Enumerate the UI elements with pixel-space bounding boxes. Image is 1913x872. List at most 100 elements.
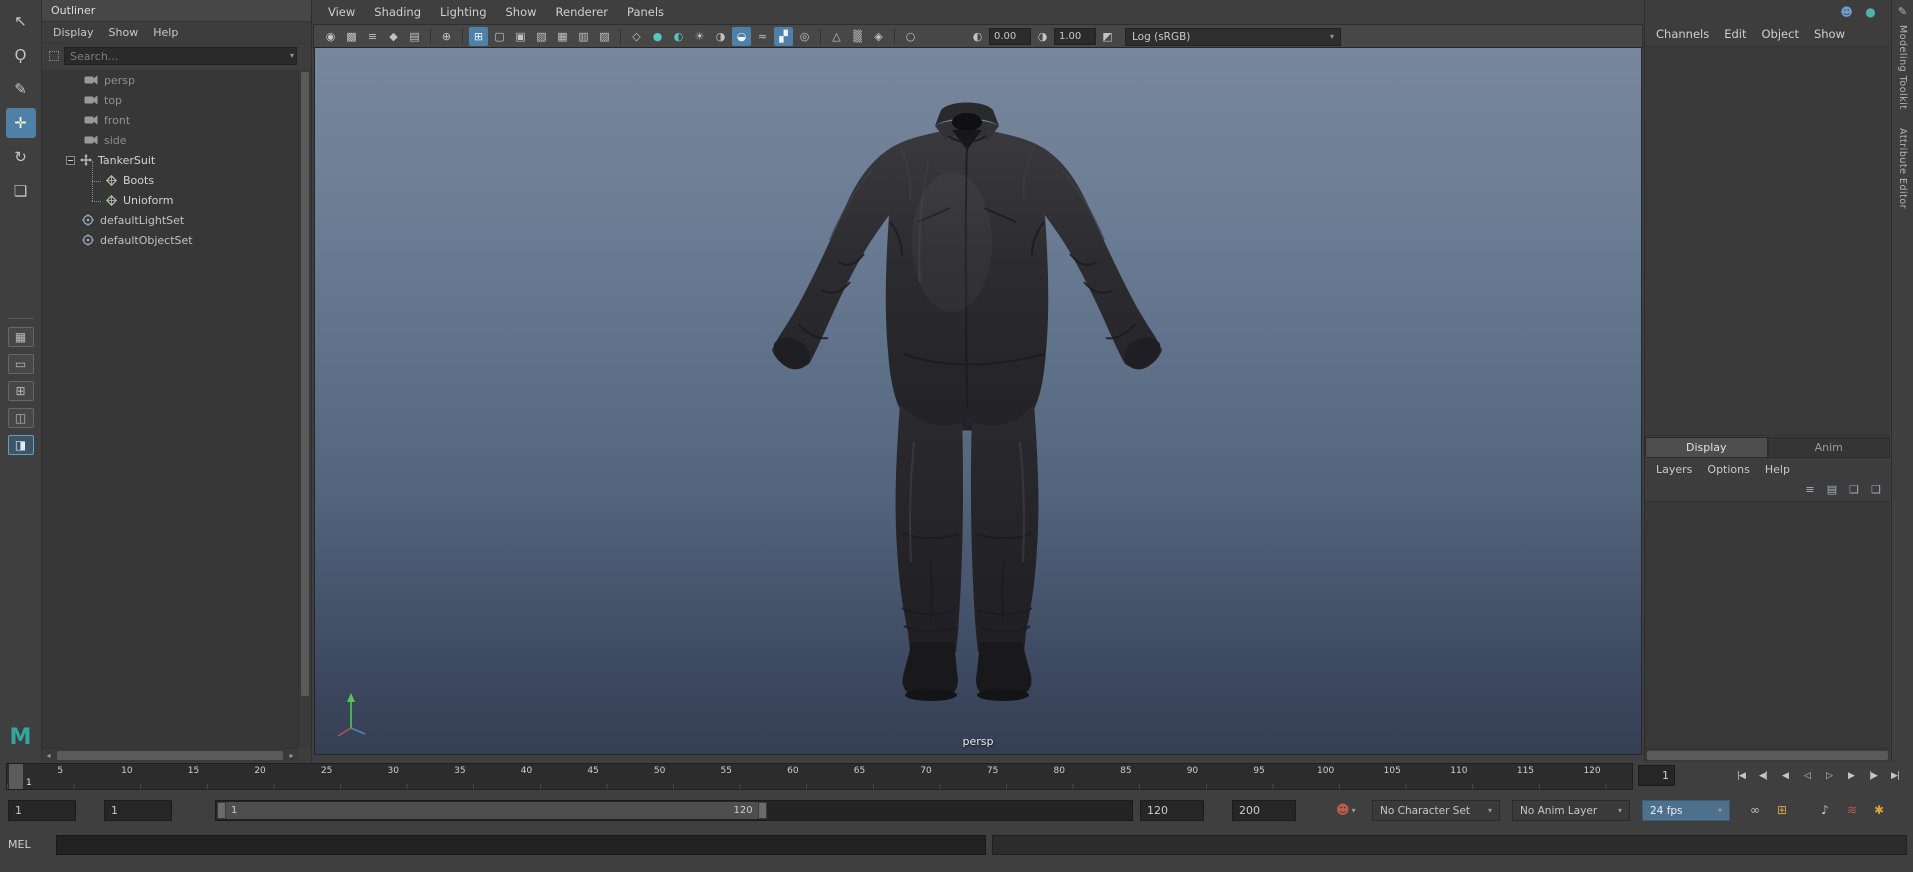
viewport-menu-item[interactable]: Panels — [627, 5, 664, 19]
outliner-item-unioform[interactable]: Unioform — [42, 190, 298, 210]
bookmarks-icon[interactable]: ◆ — [384, 27, 403, 46]
viewport-menu-item[interactable]: Lighting — [440, 5, 486, 19]
outliner-item-persp[interactable]: persp — [42, 70, 298, 90]
resolution-gate-icon[interactable]: ▣ — [511, 27, 530, 46]
channel-box-menu-item[interactable]: Edit — [1724, 27, 1746, 41]
scrollbar-thumb[interactable] — [1647, 751, 1888, 760]
exposure-icon[interactable]: ◐ — [968, 27, 987, 46]
scroll-left-icon[interactable]: ◂ — [42, 751, 55, 760]
scale-tool-button[interactable]: ❏ — [6, 176, 36, 206]
sort-layers-icon[interactable]: ▤ — [1823, 480, 1841, 498]
scrollbar-thumb[interactable] — [301, 72, 309, 696]
viewport-menu-item[interactable]: Show — [506, 5, 537, 19]
cached-playback-icon[interactable]: ≋ — [1841, 799, 1863, 821]
exposure-field[interactable] — [989, 28, 1031, 45]
create-layer-from-selected-icon[interactable]: ❑ — [1867, 480, 1885, 498]
outliner-menu-item[interactable]: Help — [153, 26, 178, 39]
outliner-horizontal-scrollbar[interactable]: ◂ ▸ — [42, 748, 298, 762]
channel-box-menu-item[interactable]: Object — [1762, 27, 1799, 41]
go-to-end-button[interactable]: ▶| — [1885, 765, 1905, 787]
gate-mask-icon[interactable]: ▧ — [532, 27, 551, 46]
layer-list-mode-icon[interactable]: ≡ — [1801, 480, 1819, 498]
paint-select-tool-button[interactable]: ✎ — [6, 74, 36, 104]
shadows-icon[interactable]: ◑ — [711, 27, 730, 46]
layer-editor-scrollbar[interactable] — [1645, 748, 1890, 762]
rotate-tool-button[interactable]: ↻ — [6, 142, 36, 172]
outliner-item-tankersuit[interactable]: TankerSuit — [42, 150, 298, 170]
film-gate-icon[interactable]: ▢ — [490, 27, 509, 46]
outliner-item-front[interactable]: front — [42, 110, 298, 130]
tanker-suit-model[interactable] — [752, 92, 1182, 710]
character-set-dropdown[interactable]: No Character Set ▾ — [1372, 800, 1500, 821]
step-forward-key-button[interactable]: ▶ — [1841, 765, 1861, 787]
field-chart-icon[interactable]: ▦ — [553, 27, 572, 46]
textured-icon[interactable]: ◐ — [669, 27, 688, 46]
command-language-button[interactable]: MEL — [8, 835, 50, 855]
single-pane-layout-button[interactable]: ▭ — [8, 354, 34, 374]
layer-editor-tab[interactable]: Anim — [1768, 437, 1891, 458]
step-back-key-button[interactable]: ◀ — [1775, 765, 1795, 787]
outliner-item-defaultlightset[interactable]: defaultLightSet — [42, 210, 298, 230]
shelf-layout-button[interactable]: ▦ — [8, 327, 34, 347]
create-empty-layer-icon[interactable]: ❏ — [1845, 480, 1863, 498]
viewport-menu-item[interactable]: View — [328, 5, 355, 19]
gamma-field[interactable] — [1054, 28, 1096, 45]
select-camera-icon[interactable]: ◉ — [321, 27, 340, 46]
channel-box-menu-item[interactable]: Show — [1814, 27, 1845, 41]
isolate-select-icon[interactable]: △ — [827, 27, 846, 46]
character-set-button[interactable]: ☻ ▾ — [1336, 800, 1356, 821]
channel-box-menu-item[interactable]: Channels — [1656, 27, 1709, 41]
contrast-icon[interactable]: ◑ — [1033, 27, 1052, 46]
viewport-menu-item[interactable]: Renderer — [556, 5, 609, 19]
range-slider[interactable]: 1 120 — [215, 800, 1133, 821]
collapse-expander-icon[interactable] — [66, 156, 75, 165]
outliner-item-boots[interactable]: Boots — [42, 170, 298, 190]
safe-title-icon[interactable]: ▨ — [595, 27, 614, 46]
docked-panel-tab[interactable]: Attribute Editor — [1897, 128, 1908, 209]
current-frame-field[interactable]: 1 — [1638, 765, 1675, 786]
viewport-menu-item[interactable]: Shading — [374, 5, 421, 19]
docked-panel-tab[interactable]: Modeling Toolkit — [1897, 25, 1908, 110]
command-input[interactable] — [56, 835, 986, 855]
user-account-icon[interactable]: ☻ — [1838, 3, 1855, 20]
auto-keyframe-icon[interactable]: ⊞ — [1771, 799, 1793, 821]
range-start-grip[interactable] — [217, 802, 226, 819]
xray-icon[interactable]: ▒ — [848, 27, 867, 46]
loop-playback-icon[interactable]: ∞ — [1744, 799, 1766, 821]
wireframe-on-shaded-icon[interactable]: ◈ — [869, 27, 888, 46]
search-dropdown-caret-icon[interactable]: ▾ — [290, 51, 294, 60]
playback-start-field[interactable]: 1 — [104, 800, 172, 821]
outliner-item-defaultobjectset[interactable]: defaultObjectSet — [42, 230, 298, 250]
shaded-icon[interactable]: ● — [648, 27, 667, 46]
layer-editor-menu-item[interactable]: Help — [1765, 463, 1790, 476]
default-material-icon[interactable]: ○ — [901, 27, 920, 46]
range-slider-handle[interactable]: 1 120 — [217, 802, 767, 819]
step-forward-frame-button[interactable]: |▶ — [1863, 765, 1883, 787]
playback-sound-icon[interactable]: ♪ — [1814, 799, 1836, 821]
range-end-grip[interactable] — [758, 802, 767, 819]
time-slider[interactable]: 5101520253035404550556065707580859095100… — [6, 763, 1633, 790]
viewport-3d[interactable]: persp — [314, 47, 1642, 755]
animation-start-field[interactable]: 1 — [8, 800, 76, 821]
outliner-item-top[interactable]: top — [42, 90, 298, 110]
step-back-frame-button[interactable]: ◀| — [1753, 765, 1773, 787]
select-tool-button[interactable]: ↖ — [6, 6, 36, 36]
layer-editor-tab[interactable]: Display — [1645, 437, 1768, 458]
depth-of-field-icon[interactable]: ◎ — [795, 27, 814, 46]
move-tool-button[interactable]: ✛ — [6, 108, 36, 138]
layer-editor-menu-item[interactable]: Layers — [1656, 463, 1692, 476]
motion-blur-icon[interactable]: ≈ — [753, 27, 772, 46]
scroll-right-icon[interactable]: ▸ — [285, 751, 298, 760]
scrollbar-thumb[interactable] — [57, 751, 283, 760]
persp-outliner-layout-button[interactable]: ◨ — [8, 435, 34, 455]
two-d-pan-zoom-icon[interactable]: ⊕ — [437, 27, 456, 46]
go-to-start-button[interactable]: |◀ — [1731, 765, 1751, 787]
screen-space-ao-icon[interactable]: ◒ — [732, 27, 751, 46]
animation-preferences-icon[interactable]: ✱ — [1868, 799, 1890, 821]
lasso-select-tool-button[interactable]: Ϙ — [6, 40, 36, 70]
safe-action-icon[interactable]: ▥ — [574, 27, 593, 46]
outliner-menu-item[interactable]: Display — [53, 26, 94, 39]
wireframe-icon[interactable]: ◇ — [627, 27, 646, 46]
four-pane-layout-button[interactable]: ⊞ — [8, 381, 34, 401]
view-axis-gizmo[interactable] — [331, 688, 377, 740]
